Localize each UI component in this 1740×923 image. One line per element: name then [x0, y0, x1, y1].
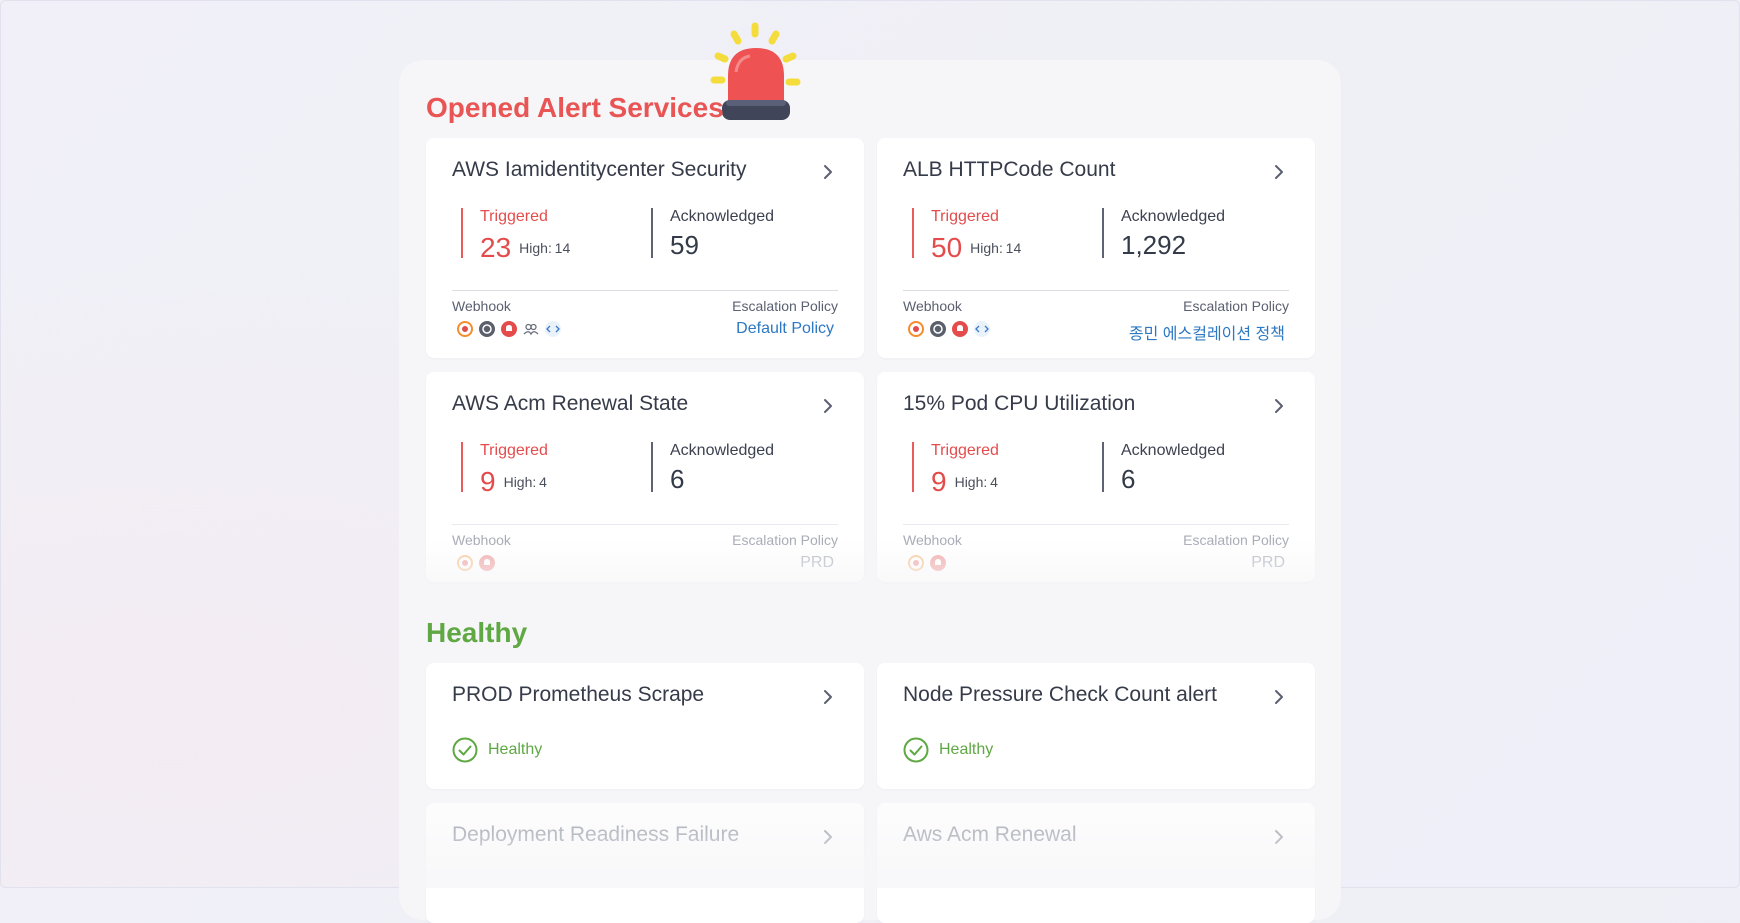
- escalation-policy-label: Escalation Policy: [1183, 298, 1289, 314]
- service-name: ALB HTTPCode Count: [903, 158, 1116, 181]
- acknowledged-count: 59: [670, 230, 699, 260]
- triggered-stat: Triggered 23 High: 14: [461, 208, 571, 263]
- healthy-title: Healthy: [426, 617, 528, 648]
- webhook-icons: [907, 554, 947, 572]
- acknowledged-stat: Acknowledged 6: [651, 442, 775, 494]
- chevron-right-icon[interactable]: [818, 687, 838, 707]
- chevron-right-icon[interactable]: [1269, 687, 1289, 707]
- triggered-label: Triggered: [480, 442, 548, 459]
- high-count: High: 14: [970, 240, 1022, 256]
- chevron-right-icon[interactable]: [1269, 162, 1289, 182]
- service-name: Aws Acm Renewal: [903, 823, 1077, 846]
- acknowledged-stat: Acknowledged 59: [651, 208, 775, 260]
- triggered-label: Triggered: [931, 208, 999, 225]
- triggered-label: Triggered: [480, 208, 548, 225]
- grafana-icon: [456, 320, 474, 338]
- acknowledged-stat: Acknowledged 1,292: [1102, 208, 1226, 260]
- github-icon: [478, 320, 496, 338]
- grafana-icon: [907, 554, 925, 572]
- high-count: High: 4: [954, 474, 998, 490]
- health-status: Healthy: [903, 737, 993, 763]
- alert-bell-icon: [500, 320, 518, 338]
- webhook-label: Webhook: [452, 298, 511, 314]
- divider: [452, 524, 838, 525]
- divider: [452, 290, 838, 291]
- chevron-right-icon[interactable]: [1269, 396, 1289, 416]
- divider: [903, 290, 1289, 291]
- escalation-policy-link[interactable]: PRD: [800, 554, 834, 572]
- alert-card[interactable]: AWS Acm Renewal State Triggered 9 High: 4…: [426, 372, 864, 582]
- webhook-icons: [456, 320, 562, 338]
- webhook-label: Webhook: [903, 298, 962, 314]
- service-name: 15% Pod CPU Utilization: [903, 392, 1136, 415]
- status-text: Healthy: [488, 741, 543, 758]
- acknowledged-count: 6: [1121, 464, 1136, 494]
- triggered-count: 9: [480, 466, 496, 497]
- chevron-right-icon[interactable]: [1269, 827, 1289, 847]
- alert-card[interactable]: ALB HTTPCode Count Triggered 50 High: 14 …: [877, 138, 1315, 358]
- triggered-count: 9: [931, 466, 947, 497]
- acknowledged-label: Acknowledged: [670, 208, 775, 225]
- triggered-label: Triggered: [931, 442, 999, 459]
- triggered-stat: Triggered 9 High: 4: [461, 442, 548, 497]
- acknowledged-count: 1,292: [1121, 230, 1187, 260]
- alert-bell-icon: [929, 554, 947, 572]
- escalation-policy-link[interactable]: Default Policy: [736, 320, 834, 338]
- acknowledged-label: Acknowledged: [670, 442, 775, 459]
- acknowledged-stat: Acknowledged 6: [1102, 442, 1226, 494]
- service-name: PROD Prometheus Scrape: [452, 683, 705, 706]
- acknowledged-label: Acknowledged: [1121, 208, 1226, 225]
- escalation-policy-link[interactable]: 종민 에스컬레이션 정책: [1129, 320, 1285, 344]
- alert-card[interactable]: 15% Pod CPU Utilization Triggered 9 High:…: [877, 372, 1315, 582]
- status-text: Healthy: [939, 741, 994, 758]
- webhook-icons: [456, 554, 496, 572]
- chevron-right-icon[interactable]: [818, 827, 838, 847]
- grafana-icon: [456, 554, 474, 572]
- grafana-icon: [907, 320, 925, 338]
- escalation-policy-label: Escalation Policy: [1183, 532, 1289, 548]
- triggered-count: 23: [480, 232, 512, 263]
- alert-card[interactable]: AWS Iamidentitycenter Security Triggered…: [426, 138, 864, 358]
- acknowledged-count: 6: [670, 464, 685, 494]
- health-status: Healthy: [452, 737, 542, 763]
- users-icon: [522, 320, 540, 338]
- high-count: High: 14: [519, 240, 571, 256]
- triggered-stat: Triggered 50 High: 14: [912, 208, 1022, 263]
- alert-bell-icon: [478, 554, 496, 572]
- chevron-right-icon[interactable]: [818, 162, 838, 182]
- webhook-label: Webhook: [903, 532, 962, 548]
- healthy-card[interactable]: Aws Acm Renewal: [877, 803, 1315, 923]
- divider: [903, 524, 1289, 525]
- service-name: AWS Acm Renewal State: [452, 392, 689, 415]
- alert-bell-icon: [951, 320, 969, 338]
- triggered-count: 50: [931, 232, 963, 263]
- healthy-card[interactable]: Node Pressure Check Count alert Healthy: [877, 663, 1315, 789]
- code-icon: [973, 320, 991, 338]
- check-circle-icon: [903, 737, 929, 763]
- triggered-stat: Triggered 9 High: 4: [912, 442, 999, 497]
- escalation-policy-link[interactable]: PRD: [1251, 554, 1285, 572]
- service-name: Node Pressure Check Count alert: [903, 683, 1217, 706]
- healthy-card[interactable]: Deployment Readiness Failure: [426, 803, 864, 923]
- escalation-policy-label: Escalation Policy: [732, 532, 838, 548]
- code-icon: [544, 320, 562, 338]
- high-count: High: 4: [503, 474, 547, 490]
- acknowledged-label: Acknowledged: [1121, 442, 1226, 459]
- check-circle-icon: [452, 737, 478, 763]
- escalation-policy-label: Escalation Policy: [732, 298, 838, 314]
- healthy-card[interactable]: PROD Prometheus Scrape Healthy: [426, 663, 864, 789]
- chevron-right-icon[interactable]: [818, 396, 838, 416]
- service-name: AWS Iamidentitycenter Security: [452, 158, 747, 181]
- webhook-label: Webhook: [452, 532, 511, 548]
- github-icon: [929, 320, 947, 338]
- service-name: Deployment Readiness Failure: [452, 823, 740, 846]
- webhook-icons: [907, 320, 991, 338]
- opened-alert-services-title: Opened Alert Services: [426, 92, 724, 123]
